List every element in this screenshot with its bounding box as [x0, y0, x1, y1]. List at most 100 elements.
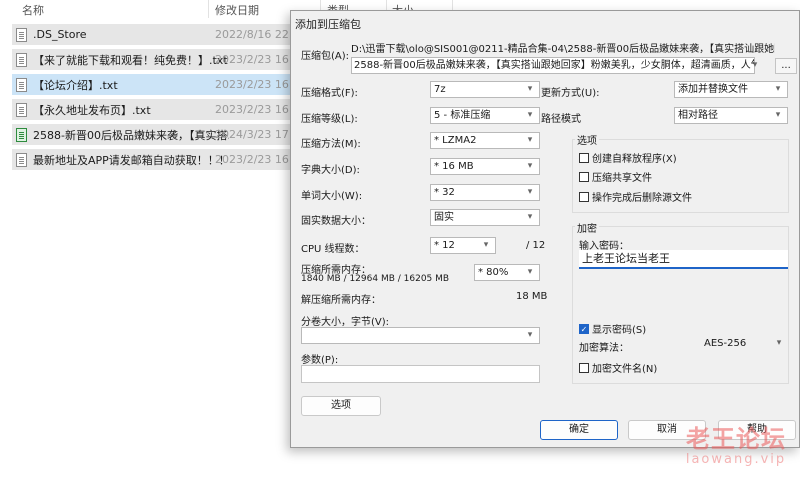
- params-label: 参数(P):: [301, 355, 339, 366]
- level-select[interactable]: 5 - 标准压缩 ▾: [430, 107, 540, 124]
- options-group-title: 选项: [575, 132, 599, 147]
- enc-method-select[interactable]: AES-256 ▾: [701, 336, 788, 353]
- dict-value: * 16 MB: [434, 161, 474, 172]
- update-value: 添加并替换文件: [678, 84, 748, 95]
- threads-max: / 12: [526, 240, 546, 251]
- split-label: 分卷大小，字节(V):: [301, 317, 390, 328]
- spreadsheet-file-icon: [16, 127, 27, 142]
- options-button[interactable]: 选项: [301, 396, 381, 416]
- file-row[interactable]: 【永久地址发布页】.txt 2023/2/23 16:31: [12, 99, 307, 120]
- chevron-down-icon: ▾: [527, 330, 533, 340]
- chevron-down-icon: ▾: [775, 110, 781, 120]
- enc-method-value: AES-256: [704, 338, 747, 349]
- chevron-down-icon: ▾: [527, 161, 533, 171]
- ok-button[interactable]: 确定: [540, 420, 618, 440]
- solid-label: 固实数据大小：: [301, 216, 371, 227]
- chevron-down-icon: ▾: [527, 135, 533, 145]
- delete-after-checkbox[interactable]: 操作完成后删除源文件: [579, 189, 692, 204]
- chevron-down-icon: ▾: [776, 338, 782, 348]
- file-name: 【论坛介绍】.txt: [33, 78, 118, 92]
- file-row[interactable]: 最新地址及APP请发邮箱自动获取！！！... 2023/2/23 16:31: [12, 149, 307, 170]
- word-value: * 32: [434, 187, 455, 198]
- dict-label: 字典大小(D):: [301, 165, 360, 176]
- format-value: 7z: [434, 84, 446, 95]
- update-label: 更新方式(U):: [541, 88, 600, 99]
- watermark: 老王论坛 laowang.vip: [680, 425, 792, 467]
- word-select[interactable]: * 32 ▾: [430, 184, 540, 201]
- txt-file-icon: [16, 152, 27, 167]
- decomp-value: 18 MB: [516, 291, 548, 302]
- mem-percent-value: * 80%: [478, 267, 509, 278]
- dict-select[interactable]: * 16 MB ▾: [430, 158, 540, 175]
- encrypt-names-label: 加密文件名(N): [592, 364, 658, 375]
- archive-path-text: D:\迅雷下载\olo@SIS001@0211-精品合集-04\2588-新晋0…: [351, 44, 775, 55]
- pathmode-label: 路径模式: [541, 114, 581, 125]
- threads-select[interactable]: * 12 ▾: [430, 237, 496, 254]
- chevron-down-icon: ▾: [775, 84, 781, 94]
- solid-select[interactable]: 固实 ▾: [430, 209, 540, 226]
- method-value: * LZMA2: [434, 135, 477, 146]
- checkbox-box: [579, 152, 589, 163]
- pathmode-value: 相对路径: [678, 110, 718, 121]
- file-row[interactable]: .DS_Store 2022/8/16 22:00: [12, 24, 307, 45]
- pathmode-select[interactable]: 相对路径 ▾: [674, 107, 788, 124]
- update-select[interactable]: 添加并替换文件 ▾: [674, 81, 788, 98]
- shared-checkbox[interactable]: 压缩共享文件: [579, 169, 652, 184]
- file-row[interactable]: 【来了就能下载和观看！纯免费！】.txt 2023/2/23 16:30: [12, 49, 307, 70]
- level-value: 5 - 标准压缩: [434, 110, 491, 121]
- file-name: 【永久地址发布页】.txt: [33, 103, 151, 117]
- file-row-selected[interactable]: 【论坛介绍】.txt 2023/2/23 16:30: [12, 74, 307, 95]
- mem-percent-select[interactable]: * 80% ▾: [474, 264, 540, 281]
- word-label: 单词大小(W):: [301, 191, 363, 202]
- solid-value: 固实: [434, 212, 454, 223]
- checkbox-box: [579, 362, 589, 373]
- checkmark-icon: ✓: [579, 323, 589, 334]
- chevron-down-icon: ▾: [527, 267, 533, 277]
- archive-name-input[interactable]: 2588-新晋00后极品嫩妹来袭，【真实搭讪跟她回家】粉嫩美乳，少女胴体，超清画…: [351, 57, 755, 74]
- archive-path-combobox[interactable]: D:\迅雷下载\olo@SIS001@0211-精品合集-04\2588-新晋0…: [351, 42, 775, 76]
- file-name: 2588-新晋00后极品嫩妹来袭，【真实搭...: [33, 128, 229, 142]
- chevron-down-icon: ▾: [483, 240, 489, 250]
- checkbox-box: [579, 191, 589, 202]
- show-password-checkbox[interactable]: ✓ 显示密码(S): [579, 321, 646, 336]
- chevron-down-icon: ▾: [527, 110, 533, 120]
- method-label: 压缩方法(M):: [301, 139, 361, 150]
- watermark-sub: laowang.vip: [685, 452, 787, 467]
- chevron-down-icon: ▾: [527, 84, 533, 94]
- chevron-down-icon: ▾: [527, 187, 533, 197]
- column-header-name[interactable]: 名称: [22, 2, 44, 18]
- txt-file-icon: [16, 102, 27, 117]
- split-select[interactable]: ▾: [301, 327, 540, 344]
- browse-button[interactable]: ...: [775, 58, 797, 74]
- shared-label: 压缩共享文件: [592, 173, 652, 184]
- encrypt-names-checkbox[interactable]: 加密文件名(N): [579, 360, 657, 375]
- sfx-label: 创建自释放程序(X): [592, 154, 677, 165]
- format-label: 压缩格式(F):: [301, 88, 358, 99]
- file-name: .DS_Store: [33, 28, 87, 41]
- sfx-checkbox[interactable]: 创建自释放程序(X): [579, 150, 677, 165]
- chevron-down-icon: ▾: [527, 212, 533, 222]
- file-name: 最新地址及APP请发邮箱自动获取！！！...: [33, 153, 229, 167]
- params-input[interactable]: [301, 365, 540, 383]
- show-password-label: 显示密码(S): [592, 325, 647, 336]
- method-select[interactable]: * LZMA2 ▾: [430, 132, 540, 149]
- threads-value: * 12: [434, 240, 455, 251]
- file-row[interactable]: 2588-新晋00后极品嫩妹来袭，【真实搭... 2024/3/23 17:35: [12, 124, 307, 145]
- format-select[interactable]: 7z ▾: [430, 81, 540, 98]
- archive-label: 压缩包(A):: [301, 51, 350, 62]
- encryption-group-title: 加密: [575, 220, 599, 235]
- txt-file-icon: [16, 77, 27, 92]
- mem-detail: 1840 MB / 12964 MB / 16205 MB: [301, 274, 450, 284]
- column-divider[interactable]: [208, 0, 209, 18]
- enc-method-label: 加密算法：: [579, 343, 629, 354]
- delete-after-label: 操作完成后删除源文件: [592, 193, 692, 204]
- column-header-date[interactable]: 修改日期: [215, 2, 259, 18]
- threads-label: CPU 线程数：: [301, 244, 365, 255]
- dialog-title: 添加到压缩包: [295, 18, 361, 31]
- password-input[interactable]: 上老王论坛当老王: [579, 250, 788, 269]
- add-to-archive-dialog: 添加到压缩包 压缩包(A): D:\迅雷下载\olo@SIS001@0211-精…: [290, 10, 800, 448]
- decomp-label: 解压缩所需内存：: [301, 295, 381, 306]
- chevron-down-icon[interactable]: ▾: [749, 58, 761, 73]
- txt-file-icon: [16, 52, 27, 67]
- level-label: 压缩等级(L):: [301, 114, 358, 125]
